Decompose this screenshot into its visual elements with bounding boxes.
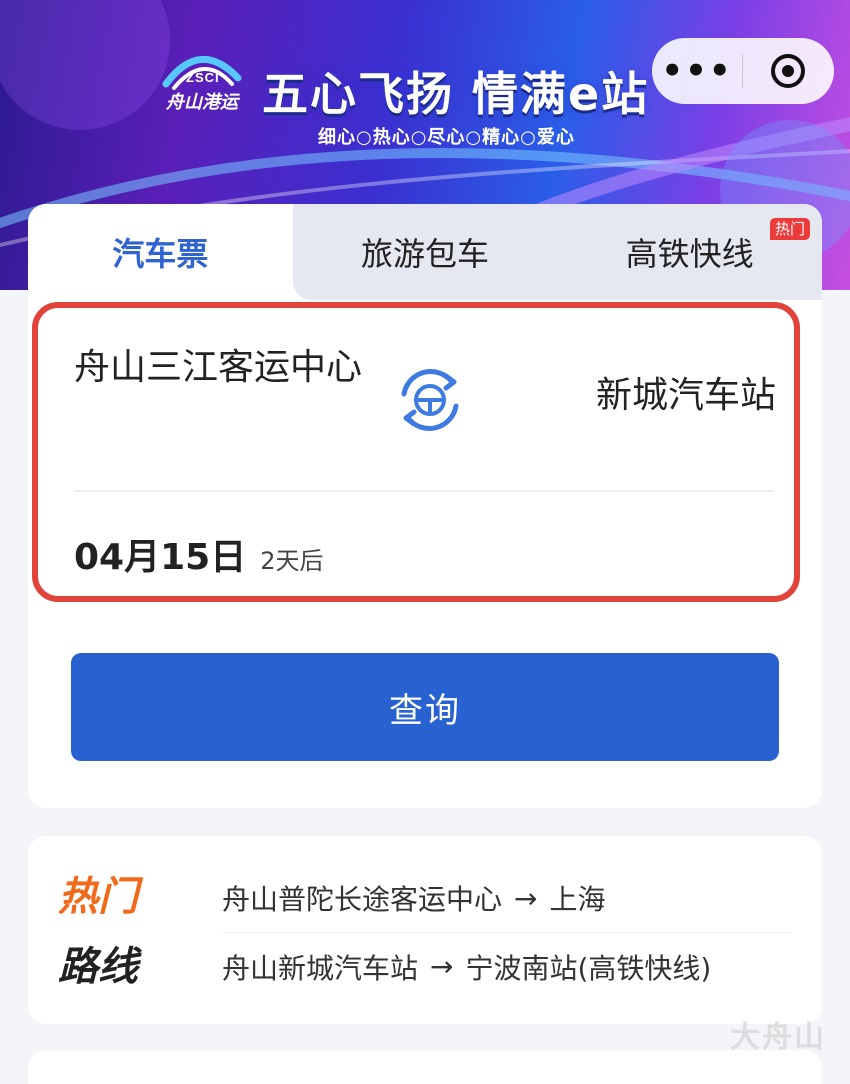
hot-routes-card: 热门 路线 舟山普陀长途客运中心 → 上海 舟山新城汽车站 → 宁波南站(高铁快… xyxy=(28,836,822,1024)
route-selector: 舟山三江客运中心 新城汽车站 04月15日 2天后 xyxy=(32,302,800,602)
logo-arc-icon xyxy=(162,56,242,90)
miniprogram-capsule: ••• xyxy=(652,38,834,104)
hot-route-to: 宁波南站(高铁快线) xyxy=(465,951,712,985)
logo-abbr: ZSCI xyxy=(186,70,220,85)
hot-route-item[interactable]: 舟山普陀长途客运中心 → 上海 xyxy=(222,864,792,932)
date-relative: 2天后 xyxy=(260,547,324,575)
arrow-right-icon: → xyxy=(430,950,454,983)
route-divider xyxy=(74,490,774,492)
swap-stations-icon[interactable] xyxy=(394,364,466,436)
close-miniprogram-button[interactable] xyxy=(743,38,833,104)
tab-highspeed-express-label: 高铁快线 xyxy=(625,235,754,273)
target-close-icon xyxy=(771,54,805,88)
banner-slogan: 五心飞扬 情满e站 xyxy=(262,67,650,121)
more-options-button[interactable]: ••• xyxy=(652,38,742,104)
departure-date[interactable]: 04月15日 2天后 xyxy=(74,528,323,580)
hot-route-item[interactable]: 舟山新城汽车站 → 宁波南站(高铁快线) xyxy=(222,932,792,1000)
hot-routes-title: 热门 路线 xyxy=(58,862,168,1002)
brand-logo: ZSCI 舟山港运 xyxy=(160,44,244,124)
logo-text: 舟山港运 xyxy=(166,92,238,113)
departure-station[interactable]: 舟山三江客运中心 xyxy=(74,340,364,396)
hot-route-to: 上海 xyxy=(549,883,606,916)
page: ZSCI 舟山港运 五心飞扬 情满e站 细心○热心○尽心○精心○爱心 ••• 汽… xyxy=(0,0,850,1084)
ticket-booking-card: 汽车票 旅游包车 高铁快线 热门 舟山三江客运中心 新城汽车站 04月15日 2… xyxy=(28,204,822,808)
hot-route-from: 舟山普陀长途客运中心 xyxy=(222,883,503,916)
search-button[interactable]: 查询 xyxy=(71,653,779,761)
tab-highspeed-express[interactable]: 高铁快线 热门 xyxy=(557,204,822,300)
hot-badge: 热门 xyxy=(770,218,811,240)
banner-sub-slogan: 细心○热心○尽心○精心○爱心 xyxy=(318,127,575,148)
arrow-right-icon: → xyxy=(514,881,538,915)
tab-charter-tour[interactable]: 旅游包车 xyxy=(292,204,558,300)
ticket-type-tabs: 汽车票 旅游包车 高铁快线 热门 xyxy=(28,204,822,300)
hot-routes-title-line2: 路线 xyxy=(58,944,138,990)
hot-routes-title-line1: 热门 xyxy=(58,874,138,920)
tab-bus-ticket[interactable]: 汽车票 xyxy=(28,204,293,300)
next-section-card xyxy=(28,1050,822,1084)
more-dots-icon: ••• xyxy=(661,51,733,91)
hot-route-from: 舟山新城汽车站 xyxy=(222,951,419,985)
hot-routes-list: 舟山普陀长途客运中心 → 上海 舟山新城汽车站 → 宁波南站(高铁快线) xyxy=(222,864,792,1000)
arrival-station[interactable]: 新城汽车站 xyxy=(596,368,776,424)
date-value: 04月15日 xyxy=(74,537,247,578)
